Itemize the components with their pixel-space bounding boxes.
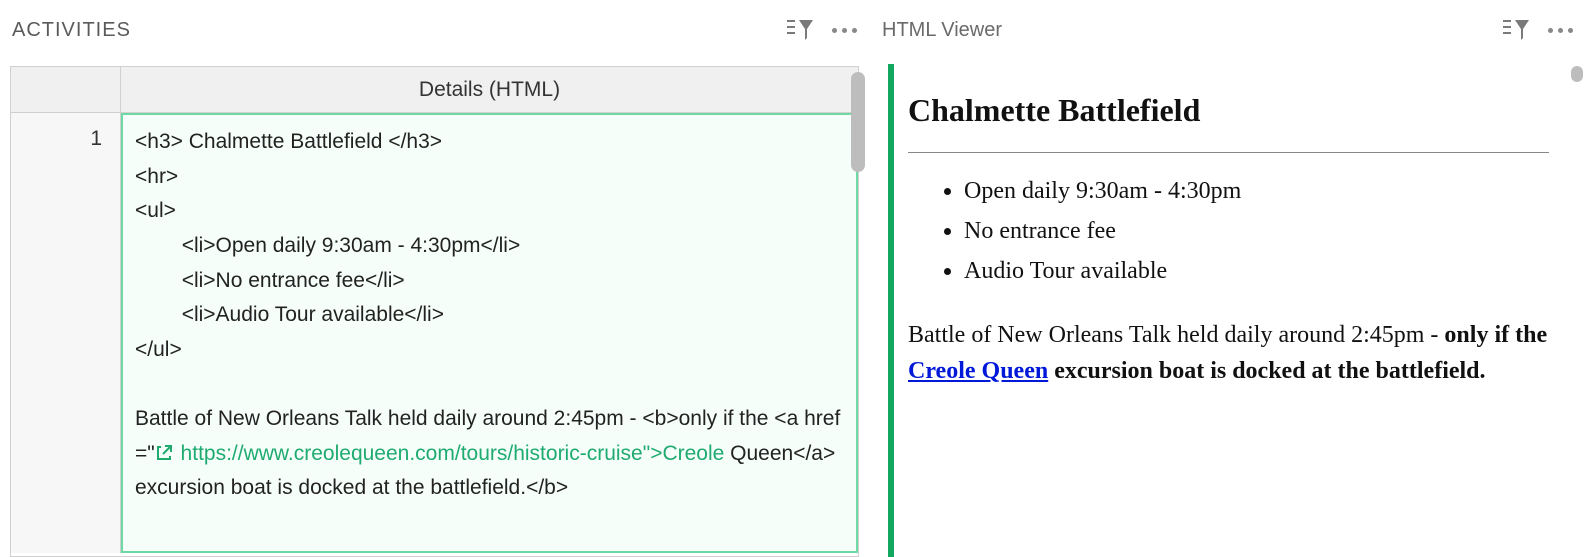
html-source-editor[interactable]: <h3> Chalmette Battlefield </h3> <hr> <u…: [121, 113, 858, 553]
table-row: 1 <h3> Chalmette Battlefield </h3> <hr> …: [11, 113, 858, 553]
list-item: Open daily 9:30am - 4:30pm: [964, 173, 1549, 209]
list-item: No entrance fee: [964, 213, 1549, 249]
source-link-segment: https://www.creolequeen.com/tours/histor…: [175, 442, 725, 465]
filter-icon[interactable]: [786, 19, 814, 41]
rendered-heading: Chalmette Battlefield: [908, 86, 1549, 134]
activities-title: ACTIVITIES: [12, 19, 131, 42]
list-item: Audio Tour available: [964, 253, 1549, 289]
rendered-paragraph: Battle of New Orleans Talk held daily ar…: [908, 317, 1549, 389]
rownum-header: [11, 67, 121, 113]
viewer-header-tools: [1502, 19, 1573, 41]
html-rendered-view: Chalmette Battlefield Open daily 9:30am …: [888, 64, 1571, 557]
creole-queen-link[interactable]: Creole Queen: [908, 358, 1048, 384]
vertical-scrollbar[interactable]: [1571, 66, 1583, 82]
para-text: Battle of New Orleans Talk held daily ar…: [908, 322, 1444, 348]
filter-icon[interactable]: [1502, 19, 1530, 41]
column-header-details[interactable]: Details (HTML): [121, 67, 858, 113]
viewer-title: HTML Viewer: [882, 19, 1002, 42]
details-cell[interactable]: <h3> Chalmette Battlefield </h3> <hr> <u…: [121, 113, 858, 553]
viewer-header: HTML Viewer: [870, 0, 1585, 60]
row-number[interactable]: 1: [11, 113, 121, 553]
html-viewer-panel: HTML Viewer Chalmette Battlefield Open d…: [870, 0, 1585, 557]
activities-table: Details (HTML) 1 <h3> Chalmette Battlefi…: [10, 66, 859, 557]
table-header-row: Details (HTML): [11, 67, 858, 113]
rendered-list: Open daily 9:30am - 4:30pm No entrance f…: [908, 173, 1549, 289]
vertical-scrollbar[interactable]: [851, 72, 865, 172]
source-segment-1: <h3> Chalmette Battlefield </h3> <hr> <u…: [135, 130, 840, 465]
rendered-hr: [908, 152, 1549, 153]
activities-header: ACTIVITIES: [0, 0, 869, 60]
activities-panel: ACTIVITIES Details (HTML) 1 <h3> Chalmet…: [0, 0, 870, 557]
more-icon[interactable]: [1548, 28, 1573, 33]
external-link-icon: [155, 444, 173, 462]
more-icon[interactable]: [832, 28, 857, 33]
activities-header-tools: [786, 19, 857, 41]
